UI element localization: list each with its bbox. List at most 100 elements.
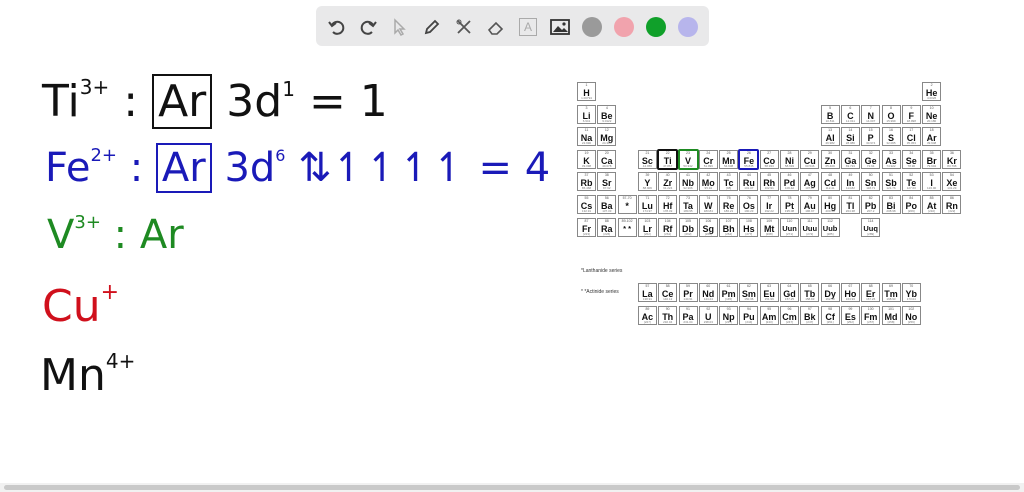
- atomic-weight: 126.90: [927, 186, 937, 191]
- atomic-weight: 12.011: [845, 118, 855, 123]
- element-cell: 16 S 32.065: [881, 127, 901, 147]
- atomic-weight: [226]: [603, 231, 611, 236]
- atomic-weight: [264]: [725, 231, 732, 236]
- element-cell: 91 Pa 231.04: [678, 305, 698, 325]
- element-cell: 23 V 50.942: [677, 148, 699, 170]
- atomic-weight: 158.93: [805, 297, 815, 302]
- atomic-number: 96: [787, 306, 792, 311]
- noble-core: Ar: [155, 143, 212, 193]
- element-cell: 8 O 15.999: [881, 104, 901, 124]
- atomic-weight: [251]: [826, 319, 834, 324]
- atomic-weight: 10.811: [825, 118, 835, 123]
- atomic-number: 56: [604, 196, 609, 200]
- atomic-number: 80: [828, 196, 833, 200]
- atomic-weight: [223]: [583, 231, 590, 236]
- element-cell: 41 Nb 92.906: [678, 172, 698, 192]
- separator: :: [129, 145, 144, 191]
- element-cell: 108 Hs [277]: [739, 217, 759, 237]
- atomic-weight: [247]: [786, 319, 793, 324]
- select-icon[interactable]: [389, 16, 411, 38]
- redo-icon[interactable]: [357, 16, 379, 38]
- atomic-weight: 20.180: [927, 118, 937, 123]
- result: = 1: [308, 76, 388, 127]
- atomic-number: 98: [828, 306, 833, 311]
- atomic-weight: 180.95: [683, 209, 693, 213]
- atomic-weight: [252]: [847, 319, 854, 324]
- element-cell: 58 Ce 140.12: [658, 283, 678, 303]
- color-gray[interactable]: [582, 17, 602, 37]
- element-cell: 32 Ge 72.64: [861, 149, 881, 169]
- atomic-number: 79: [807, 196, 812, 200]
- scrollbar-thumb[interactable]: [4, 485, 1020, 490]
- element-cell: 112 Uub [285]: [820, 217, 840, 237]
- atomic-number: 60: [706, 284, 711, 289]
- atomic-weight: 162.50: [825, 297, 835, 302]
- atomic-number: 32: [868, 150, 873, 155]
- element-cell: 85 At [210]: [922, 195, 942, 214]
- color-lavender[interactable]: [678, 17, 698, 37]
- atomic-weight: [262]: [644, 231, 651, 236]
- eraser-icon[interactable]: [485, 16, 507, 38]
- atomic-number: 11: [584, 128, 589, 133]
- element-cell: 104 Rf [261]: [658, 217, 678, 237]
- atomic-weight: 92.906: [683, 186, 693, 191]
- pen-icon[interactable]: [421, 16, 443, 38]
- element-cell: 97 Bk [247]: [800, 305, 820, 325]
- atomic-weight: 186.21: [724, 209, 734, 213]
- text-icon[interactable]: A: [517, 16, 539, 38]
- atomic-number: 35: [929, 150, 934, 155]
- atomic-number: 61: [726, 284, 731, 289]
- atomic-number: 41: [686, 173, 690, 178]
- element-cell: 52 Te 127.60: [901, 172, 921, 192]
- atomic-number: 88: [604, 218, 609, 223]
- atomic-weight: 151.96: [764, 297, 774, 302]
- config-sup: 6: [275, 146, 286, 165]
- atomic-weight: 51.996: [703, 163, 713, 168]
- atomic-number: 1: [585, 83, 588, 87]
- atomic-number: 63: [767, 284, 772, 289]
- atomic-weight: 1.00794: [581, 96, 592, 100]
- atomic-number: 114: [867, 218, 874, 223]
- lanthanide-series-label: *Lanthanide series: [581, 268, 623, 274]
- atomic-number: 42: [706, 173, 711, 178]
- element-cell: 5 B 10.811: [820, 104, 840, 124]
- element-cell: 75 Re 186.21: [719, 195, 739, 214]
- atomic-number: 100: [867, 306, 874, 311]
- note-mn: Mn4+: [40, 336, 135, 401]
- element-cell: 36 Kr 83.798: [942, 149, 962, 169]
- element-cell: 11 Na 22.990: [577, 127, 596, 147]
- atomic-weight: 72.64: [866, 163, 875, 168]
- element-cell: 6 C 12.011: [840, 104, 860, 124]
- atomic-number: 111: [807, 218, 813, 223]
- element-cell: 89-102 * *: [617, 217, 637, 237]
- color-green[interactable]: [646, 17, 666, 37]
- atomic-number: 91: [686, 306, 690, 311]
- atomic-weight: 102.91: [764, 186, 774, 191]
- atomic-weight: [257]: [867, 319, 875, 324]
- undo-icon[interactable]: [326, 16, 348, 38]
- atomic-number: 70: [909, 284, 914, 289]
- tools-icon[interactable]: [453, 16, 475, 38]
- element-cell: 40 Zr 91.224: [658, 172, 678, 192]
- atomic-number: 94: [746, 306, 751, 311]
- atomic-number: 58: [665, 284, 670, 289]
- atomic-weight: 54.938: [724, 163, 734, 168]
- atomic-weight: [266]: [704, 231, 712, 236]
- image-icon[interactable]: [549, 16, 571, 38]
- atomic-weight: 192.22: [764, 209, 774, 213]
- config: 3d: [224, 145, 276, 191]
- element-cell: 27 Co 58.933: [759, 149, 779, 169]
- color-pink[interactable]: [614, 17, 634, 37]
- atomic-number: 38: [604, 173, 609, 178]
- atomic-weight: 238.03: [703, 319, 713, 324]
- atomic-weight: [227]: [644, 319, 651, 324]
- element-cell: 92 U 238.03: [698, 305, 718, 325]
- element-cell: 68 Er 167.26: [861, 283, 881, 303]
- atomic-number: 39: [645, 173, 650, 178]
- element-cell: 35 Br 79.904: [922, 149, 942, 169]
- atomic-weight: 137.33: [602, 209, 612, 213]
- atomic-weight: 132.91: [581, 209, 592, 213]
- element-cell: 88 Ra [226]: [597, 217, 617, 237]
- atomic-weight: 63.546: [805, 163, 815, 168]
- element-cell: 12 Mg 24.305: [597, 127, 617, 147]
